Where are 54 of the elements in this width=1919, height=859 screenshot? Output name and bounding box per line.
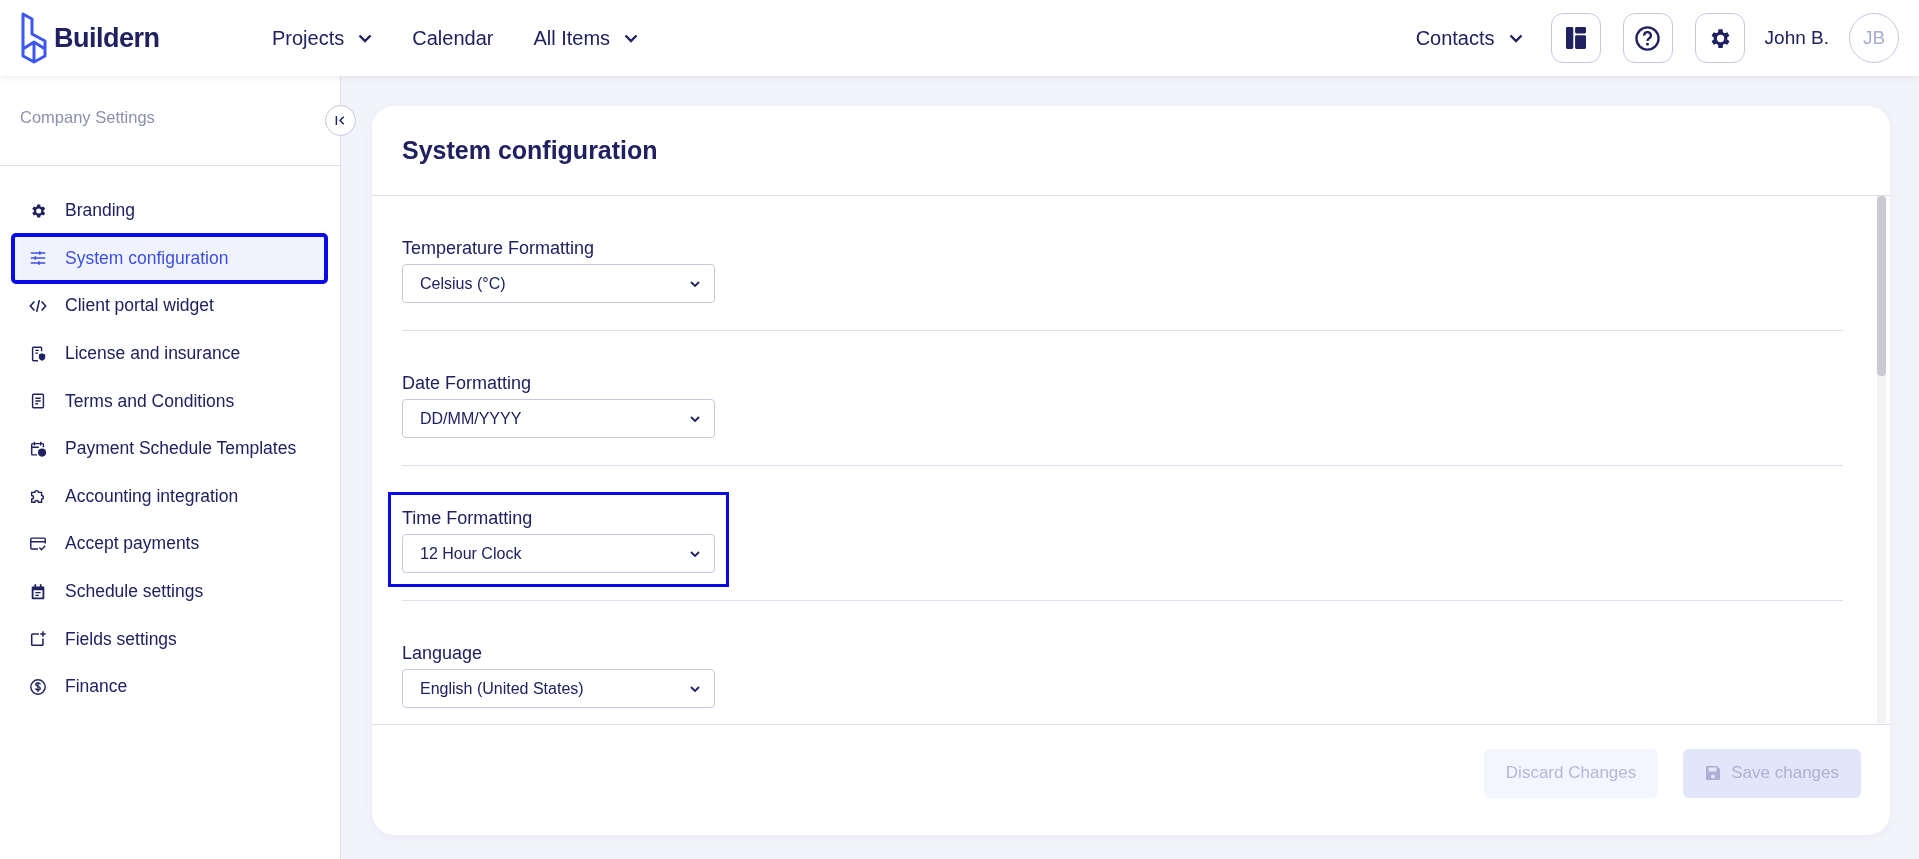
sidebar-item[interactable]: Client portal widget bbox=[13, 282, 326, 330]
chevron-down-icon bbox=[690, 550, 700, 557]
sidebar-item[interactable]: Finance bbox=[13, 662, 326, 711]
sidebar-title: Company Settings bbox=[20, 108, 155, 127]
dropdown-select[interactable]: DD/MM/YYYY bbox=[402, 399, 715, 438]
calendar-icon bbox=[29, 582, 47, 601]
layout-button[interactable] bbox=[1550, 13, 1601, 63]
doc-icon bbox=[29, 392, 47, 411]
puzzle-icon bbox=[29, 487, 47, 506]
nav-link[interactable]: All Items bbox=[531, 22, 641, 54]
shield-doc-icon bbox=[29, 344, 47, 363]
calendar-dollar-icon bbox=[29, 439, 47, 458]
field-label: Language bbox=[402, 642, 484, 665]
chevron-down-icon bbox=[690, 415, 700, 422]
add-box-icon bbox=[29, 630, 47, 649]
sidebar-item[interactable]: License and insurance bbox=[13, 329, 326, 378]
sidebar-item[interactable]: System configuration bbox=[13, 234, 326, 283]
dropdown-select[interactable]: 12 Hour Clock bbox=[402, 534, 715, 573]
chevron-down-icon bbox=[624, 33, 639, 43]
save-icon bbox=[1705, 765, 1722, 781]
dropdown-select[interactable]: Celsius (°C) bbox=[402, 264, 715, 303]
nav-link[interactable]: Calendar bbox=[410, 22, 496, 54]
contacts-menu[interactable]: Contacts bbox=[1413, 22, 1525, 54]
chevron-down-icon bbox=[690, 685, 700, 692]
chevron-down-icon bbox=[358, 33, 373, 43]
panel-title: System configuration bbox=[402, 136, 658, 165]
field-label: Date Formatting bbox=[402, 372, 533, 395]
sidebar-item[interactable]: Branding bbox=[13, 187, 326, 235]
card-check-icon bbox=[29, 534, 47, 553]
nav-link[interactable]: Projects bbox=[270, 22, 375, 54]
collapse-sidebar-button[interactable] bbox=[325, 105, 356, 136]
logo-icon bbox=[20, 12, 48, 64]
settings-button[interactable] bbox=[1694, 13, 1745, 63]
user-name: John B. bbox=[1764, 27, 1829, 49]
sidebar-item[interactable]: Accept payments bbox=[13, 520, 326, 568]
layout-icon bbox=[1565, 27, 1586, 49]
sidebar-item[interactable]: Payment Schedule Templates bbox=[13, 424, 326, 473]
sidebar-item[interactable]: Schedule settings bbox=[13, 567, 326, 616]
code-icon bbox=[29, 297, 47, 315]
dropdown-select[interactable]: English (United States) bbox=[402, 669, 715, 708]
sidebar-item[interactable]: Terms and Conditions bbox=[13, 377, 326, 425]
field-label: Time Formatting bbox=[402, 507, 534, 530]
help-button[interactable] bbox=[1622, 13, 1673, 63]
dollar-icon bbox=[29, 677, 47, 696]
sliders-icon bbox=[29, 249, 47, 268]
collapse-icon bbox=[335, 115, 346, 126]
help-icon bbox=[1635, 25, 1661, 51]
logo-text: Buildern bbox=[54, 22, 160, 54]
chevron-down-icon bbox=[690, 280, 700, 287]
chevron-down-icon bbox=[1508, 33, 1523, 43]
scrollbar[interactable] bbox=[1877, 196, 1886, 724]
sidebar-item[interactable]: Fields settings bbox=[13, 615, 326, 663]
sidebar-item[interactable]: Accounting integration bbox=[13, 472, 326, 521]
field-label: Temperature Formatting bbox=[402, 237, 596, 260]
